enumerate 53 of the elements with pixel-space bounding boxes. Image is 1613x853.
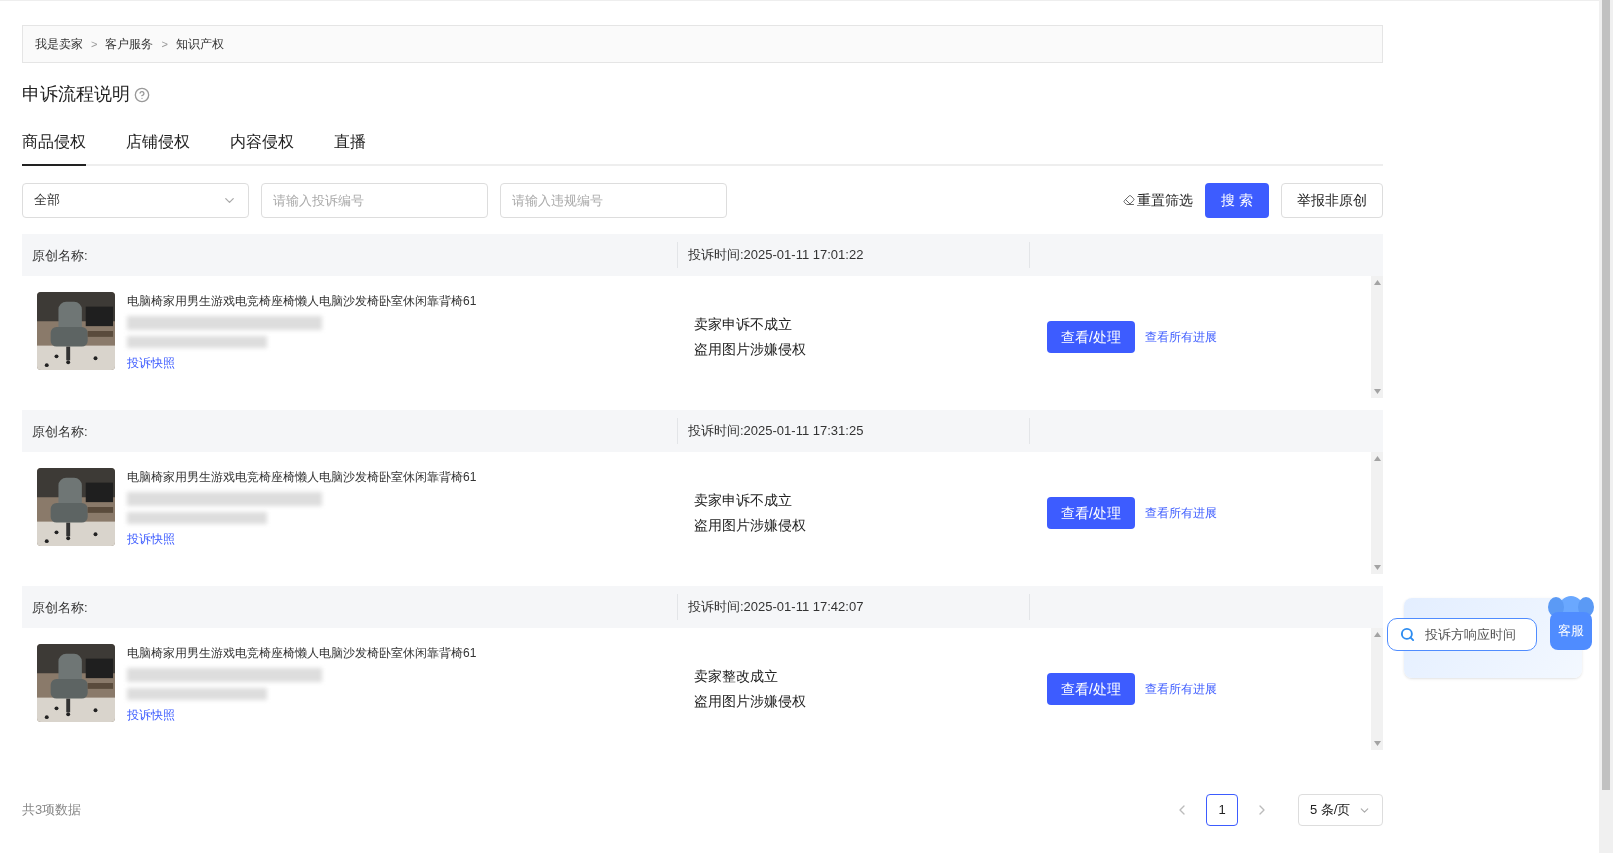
breadcrumb-separator: > bbox=[161, 36, 168, 52]
complaint-time: 投诉时间:2025-01-11 17:01:22 bbox=[688, 246, 864, 265]
search-button[interactable]: 搜 索 bbox=[1205, 182, 1269, 218]
breadcrumb-separator: > bbox=[91, 36, 98, 52]
scroll-up-icon[interactable] bbox=[1373, 456, 1381, 461]
progress-link[interactable]: 查看所有进展 bbox=[1144, 328, 1217, 346]
product-title: 电脑椅家用男生游戏电竞椅座椅懒人电脑沙发椅卧室休闲靠背椅61 bbox=[127, 645, 477, 662]
scroll-down-icon[interactable] bbox=[1373, 565, 1381, 570]
original-name-label: 原创名称: bbox=[32, 248, 88, 263]
original-name-label: 原创名称: bbox=[32, 424, 88, 439]
total-count: 共3项数据 bbox=[22, 801, 82, 820]
breadcrumb-link[interactable]: 我是卖家 bbox=[35, 35, 83, 53]
breadcrumb-link[interactable]: 知识产权 bbox=[175, 35, 224, 53]
reset-filter-button[interactable]: 重置筛选 bbox=[1123, 189, 1194, 211]
progress-link[interactable]: 查看所有进展 bbox=[1144, 680, 1217, 698]
view-handle-button[interactable]: 查看/处理 bbox=[1047, 497, 1135, 529]
tab[interactable]: 内容侵权 bbox=[230, 130, 294, 166]
status-text: 卖家申诉不成立 bbox=[694, 315, 793, 334]
snapshot-link[interactable]: 投诉快照 bbox=[127, 354, 477, 372]
complaint-time: 投诉时间:2025-01-11 17:31:25 bbox=[688, 422, 864, 441]
page-number[interactable]: 1 bbox=[1206, 794, 1238, 826]
type-select[interactable]: 全部 bbox=[22, 182, 249, 218]
search-icon bbox=[1400, 627, 1415, 642]
reason-text: 盗用图片涉嫌侵权 bbox=[694, 692, 807, 711]
original-name-label: 原创名称: bbox=[32, 600, 88, 615]
scroll-down-icon[interactable] bbox=[1373, 741, 1381, 746]
scroll-up-icon[interactable] bbox=[1373, 632, 1381, 637]
progress-link[interactable]: 查看所有进展 bbox=[1144, 504, 1217, 522]
tab[interactable]: 店铺侵权 bbox=[126, 130, 190, 166]
status-text: 卖家申诉不成立 bbox=[694, 491, 793, 510]
view-handle-button[interactable]: 查看/处理 bbox=[1047, 321, 1135, 353]
breadcrumb-link[interactable]: 客户服务 bbox=[105, 35, 154, 53]
complaint-time: 投诉时间:2025-01-11 17:42:07 bbox=[688, 598, 864, 617]
reason-text: 盗用图片涉嫌侵权 bbox=[694, 516, 807, 535]
page-title: 申诉流程说明 bbox=[22, 83, 130, 106]
eraser-icon bbox=[1123, 194, 1136, 206]
product-title: 电脑椅家用男生游戏电竞椅座椅懒人电脑沙发椅卧室休闲靠背椅61 bbox=[127, 469, 477, 486]
scroll-down-icon[interactable] bbox=[1373, 389, 1381, 394]
view-handle-button[interactable]: 查看/处理 bbox=[1047, 673, 1135, 705]
reason-text: 盗用图片涉嫌侵权 bbox=[694, 340, 807, 359]
tab[interactable]: 直播 bbox=[334, 130, 366, 166]
page-size-select[interactable]: 5 条/页 bbox=[1298, 794, 1383, 826]
complaint-number-field[interactable]: 请输入投诉编号 bbox=[261, 182, 488, 218]
violation-number-field[interactable]: 请输入违规编号 bbox=[500, 182, 727, 218]
scroll-up-icon[interactable] bbox=[1373, 280, 1381, 285]
status-text: 卖家整改成立 bbox=[694, 667, 779, 686]
search-chip[interactable]: 投诉方响应时间 bbox=[1387, 618, 1537, 651]
help-icon[interactable] bbox=[134, 86, 150, 103]
tab[interactable]: 商品侵权 bbox=[22, 130, 86, 166]
report-button[interactable]: 举报非原创 bbox=[1281, 182, 1383, 218]
product-title: 电脑椅家用男生游戏电竞椅座椅懒人电脑沙发椅卧室休闲靠背椅61 bbox=[127, 293, 477, 310]
snapshot-link[interactable]: 投诉快照 bbox=[127, 706, 477, 724]
snapshot-link[interactable]: 投诉快照 bbox=[127, 530, 477, 548]
